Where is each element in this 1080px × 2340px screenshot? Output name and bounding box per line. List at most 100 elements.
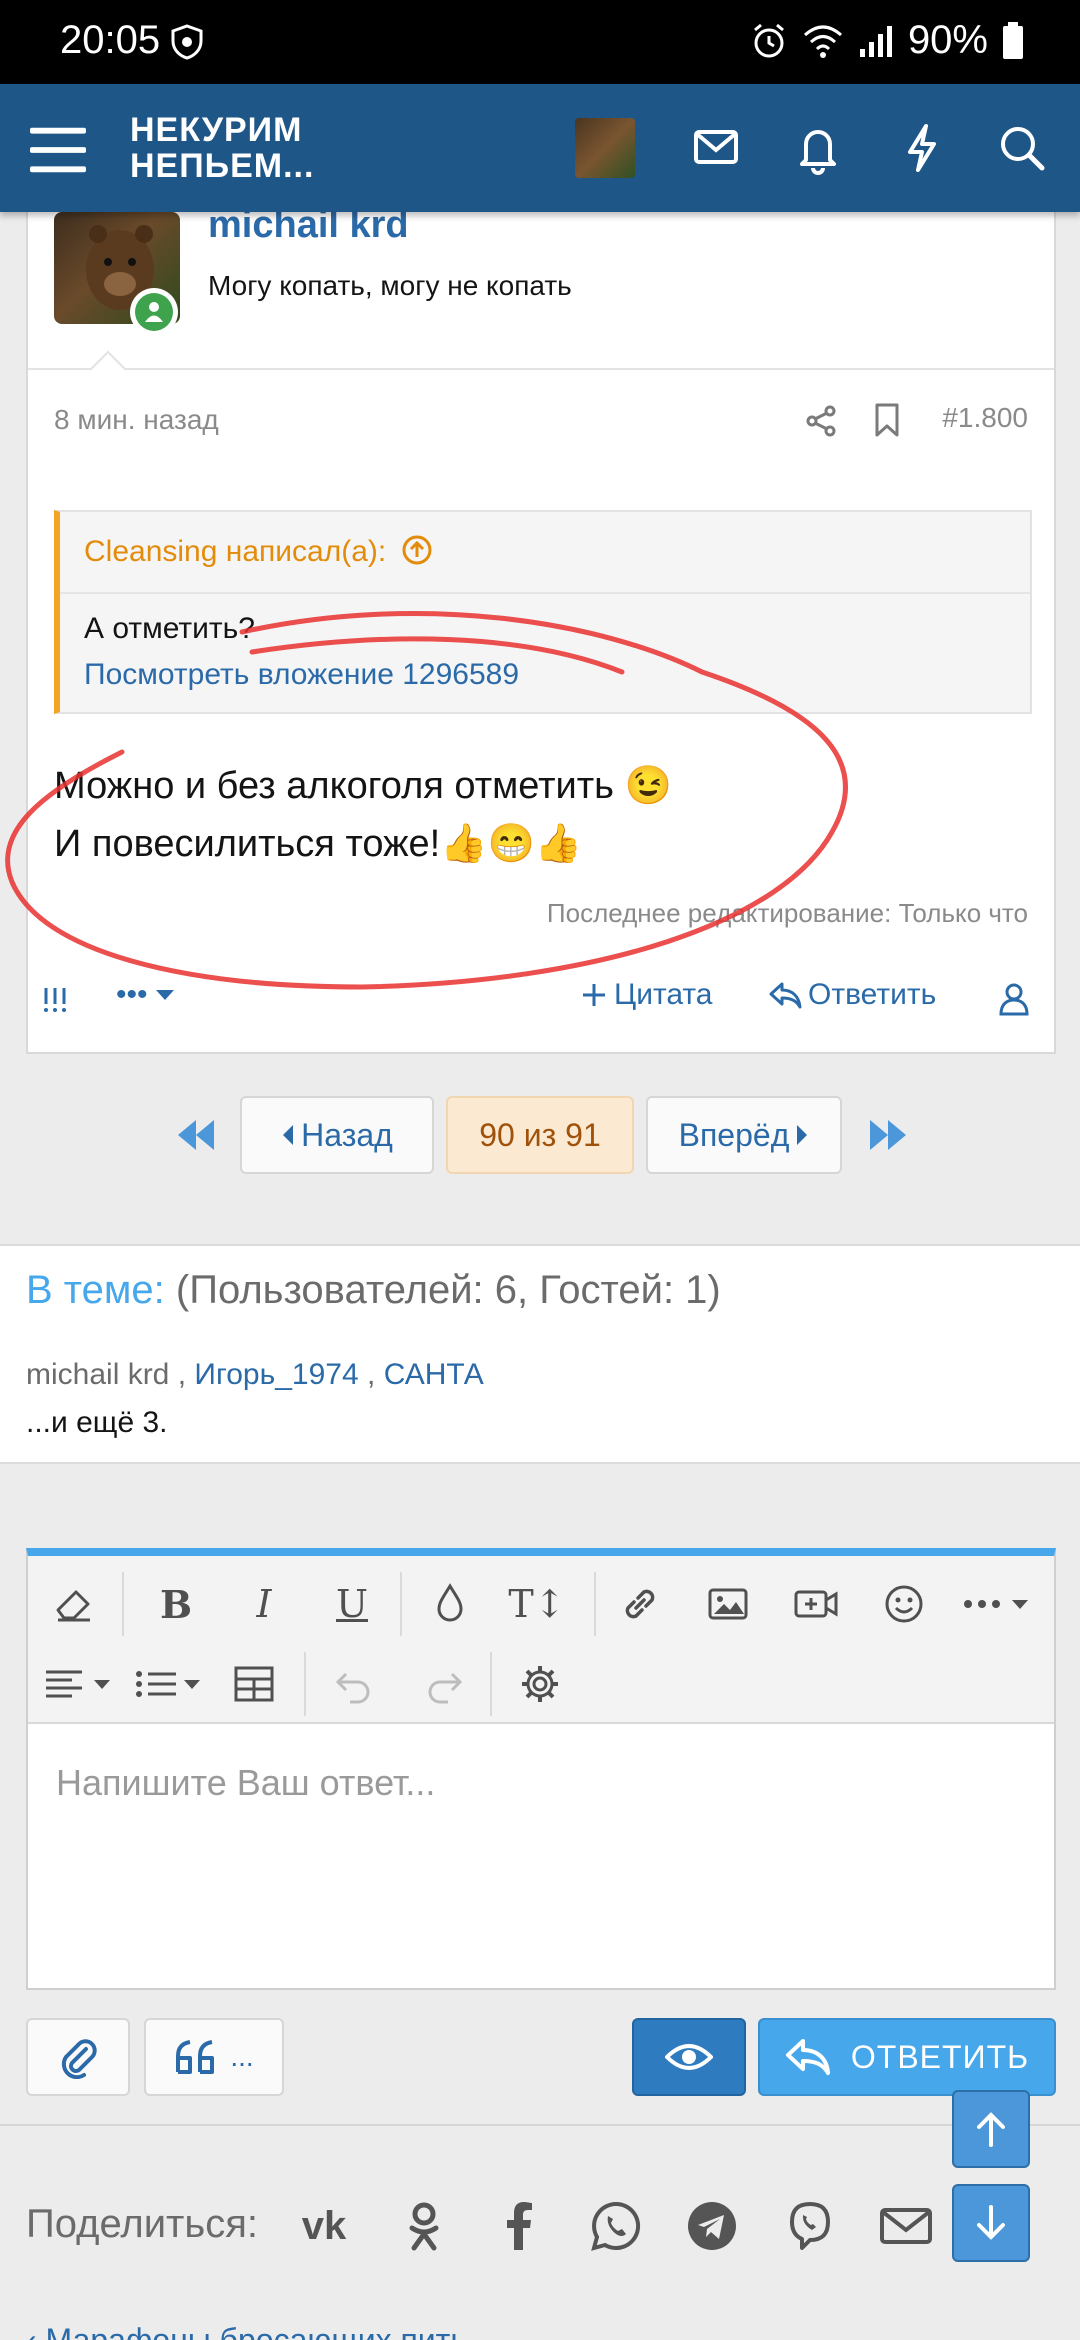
prev-page-label: Назад xyxy=(301,1116,393,1153)
breadcrumb-label: Марафоны бросающих пить xyxy=(45,2322,467,2340)
toolbar-separator xyxy=(400,1572,402,1636)
bell-icon[interactable] xyxy=(790,120,846,176)
site-logo[interactable]: НЕКУРИМ НЕПЬЕМ... xyxy=(130,112,314,184)
viewers-list: michail krd , Игорь_1974 , САНТА xyxy=(26,1358,484,1391)
viewer-name[interactable]: Игорь_1974 xyxy=(194,1358,358,1391)
breadcrumb[interactable]: ‹ Марафоны бросающих пить xyxy=(26,2322,467,2340)
viewer-name[interactable]: САНТА xyxy=(384,1358,484,1391)
gear-icon[interactable] xyxy=(516,1660,564,1708)
odnoklassniki-icon[interactable] xyxy=(396,2198,452,2254)
scroll-top-button[interactable] xyxy=(952,2090,1030,2168)
reply-editor: B I U T↕ Напишите Ваш ответ... xyxy=(26,1548,1056,1990)
first-page-icon[interactable] xyxy=(176,1118,216,1152)
table-icon[interactable] xyxy=(230,1660,278,1708)
hamburger-menu-icon[interactable] xyxy=(30,122,86,178)
arrow-up-circle-icon[interactable] xyxy=(401,534,433,566)
forum-post: michail krd Могу копать, могу не копать … xyxy=(5,204,1056,1054)
post-number[interactable]: #1.800 xyxy=(942,402,1028,434)
online-badge xyxy=(130,288,178,336)
viber-icon[interactable] xyxy=(782,2198,838,2254)
divider xyxy=(28,368,1054,370)
quote-header[interactable]: Cleansing написал(а): xyxy=(84,534,433,569)
red-ink-annotation xyxy=(5,610,849,990)
last-page-icon[interactable] xyxy=(868,1118,908,1152)
prev-page-button[interactable]: Назад xyxy=(240,1096,434,1174)
undo-icon[interactable] xyxy=(330,1660,378,1708)
telegram-icon[interactable] xyxy=(684,2198,740,2254)
toolbar-separator xyxy=(490,1652,492,1716)
image-icon[interactable] xyxy=(704,1580,752,1628)
italic-icon[interactable]: I xyxy=(240,1580,288,1628)
shield-status-icon xyxy=(171,24,203,60)
user-avatar[interactable] xyxy=(575,118,635,178)
link-icon[interactable] xyxy=(616,1580,664,1628)
paperclip-icon xyxy=(61,2039,97,2079)
pointer-arrow xyxy=(90,350,126,370)
share-bar: Поделиться: vk ‹ Марафоны бросающих пить xyxy=(0,2124,1080,2340)
user-title: Могу копать, могу не копать xyxy=(208,270,572,301)
next-page-label: Вперёд xyxy=(678,1116,790,1153)
status-right: 90% xyxy=(750,18,1024,63)
arrow-up-icon xyxy=(977,2112,1005,2147)
alarm-icon xyxy=(753,23,784,57)
viewer-name[interactable]: michail krd xyxy=(26,1358,169,1391)
viewers-title-key: В теме: xyxy=(26,1268,165,1312)
align-icon[interactable] xyxy=(42,1660,116,1708)
viewers-more: ...и ещё 3. xyxy=(26,1406,168,1439)
app-header: НЕКУРИМ НЕПЬЕМ... xyxy=(0,84,1080,212)
reply-textarea[interactable]: Напишите Ваш ответ... xyxy=(56,1762,435,1804)
post-time[interactable]: 8 мин. назад xyxy=(54,404,219,436)
vk-icon[interactable]: vk xyxy=(296,2198,352,2254)
arrow-down-icon xyxy=(977,2205,1005,2240)
eraser-icon[interactable] xyxy=(50,1580,98,1628)
insert-quotes-label: ... xyxy=(230,2041,254,2072)
eye-icon xyxy=(665,2044,713,2070)
submit-reply-label: ОТВЕТИТЬ xyxy=(850,2038,1030,2075)
brand-line-1: НЕКУРИМ xyxy=(130,111,303,149)
toolbar-separator xyxy=(304,1652,306,1716)
facebook-icon[interactable] xyxy=(492,2198,548,2254)
underline-icon[interactable]: U xyxy=(328,1580,376,1628)
insert-quotes-button[interactable]: ... xyxy=(144,2018,284,2096)
color-drop-icon[interactable] xyxy=(426,1580,474,1628)
thread-viewers: В теме: (Пользователей: 6, Гостей: 1) mi… xyxy=(0,1244,1080,1464)
reply-icon xyxy=(785,2039,830,2075)
more-options-icon[interactable] xyxy=(960,1580,1034,1628)
share-icon[interactable] xyxy=(804,404,838,438)
wifi-icon xyxy=(803,25,842,58)
caret-right-icon xyxy=(797,1125,808,1145)
user-icon[interactable] xyxy=(998,982,1030,1016)
share-label: Поделиться: xyxy=(26,2202,258,2246)
caret-left-icon xyxy=(283,1125,294,1145)
quote-author: Cleansing написал(а): xyxy=(84,535,387,568)
next-page-button[interactable]: Вперёд xyxy=(646,1096,842,1174)
scroll-bottom-button[interactable] xyxy=(952,2184,1030,2262)
whatsapp-icon[interactable] xyxy=(588,2198,644,2254)
quote-marks-icon xyxy=(176,2040,215,2074)
viewers-title: В теме: (Пользователей: 6, Гостей: 1) xyxy=(26,1268,721,1313)
viewers-title-count: (Пользователей: 6, Гостей: 1) xyxy=(175,1268,721,1312)
submit-reply-button[interactable]: ОТВЕТИТЬ xyxy=(758,2018,1056,2096)
smiley-icon[interactable] xyxy=(880,1580,928,1628)
battery-percent: 90% xyxy=(907,18,988,62)
redo-icon[interactable] xyxy=(420,1660,468,1708)
search-icon[interactable] xyxy=(994,120,1050,176)
font-size-icon[interactable]: T↕ xyxy=(504,1580,570,1628)
current-page[interactable]: 90 из 91 xyxy=(446,1096,634,1174)
quote-divider xyxy=(60,592,1030,594)
preview-button[interactable] xyxy=(632,2018,746,2096)
battery-icon xyxy=(1003,21,1023,59)
status-bar: 20:05 90% xyxy=(0,0,1080,84)
list-icon[interactable] xyxy=(132,1660,206,1708)
current-page-label: 90 из 91 xyxy=(479,1116,601,1153)
lightning-icon[interactable] xyxy=(894,120,950,176)
email-share-icon[interactable] xyxy=(878,2198,934,2254)
bold-icon[interactable]: B xyxy=(152,1580,200,1628)
toolbar-separator xyxy=(594,1572,596,1636)
mail-icon[interactable] xyxy=(688,120,744,176)
editor-toolbar: B I U T↕ xyxy=(28,1556,1054,1724)
toolbar-separator xyxy=(122,1572,124,1636)
video-icon[interactable] xyxy=(792,1580,840,1628)
attach-button[interactable] xyxy=(26,2018,130,2096)
bookmark-icon[interactable] xyxy=(872,402,902,438)
